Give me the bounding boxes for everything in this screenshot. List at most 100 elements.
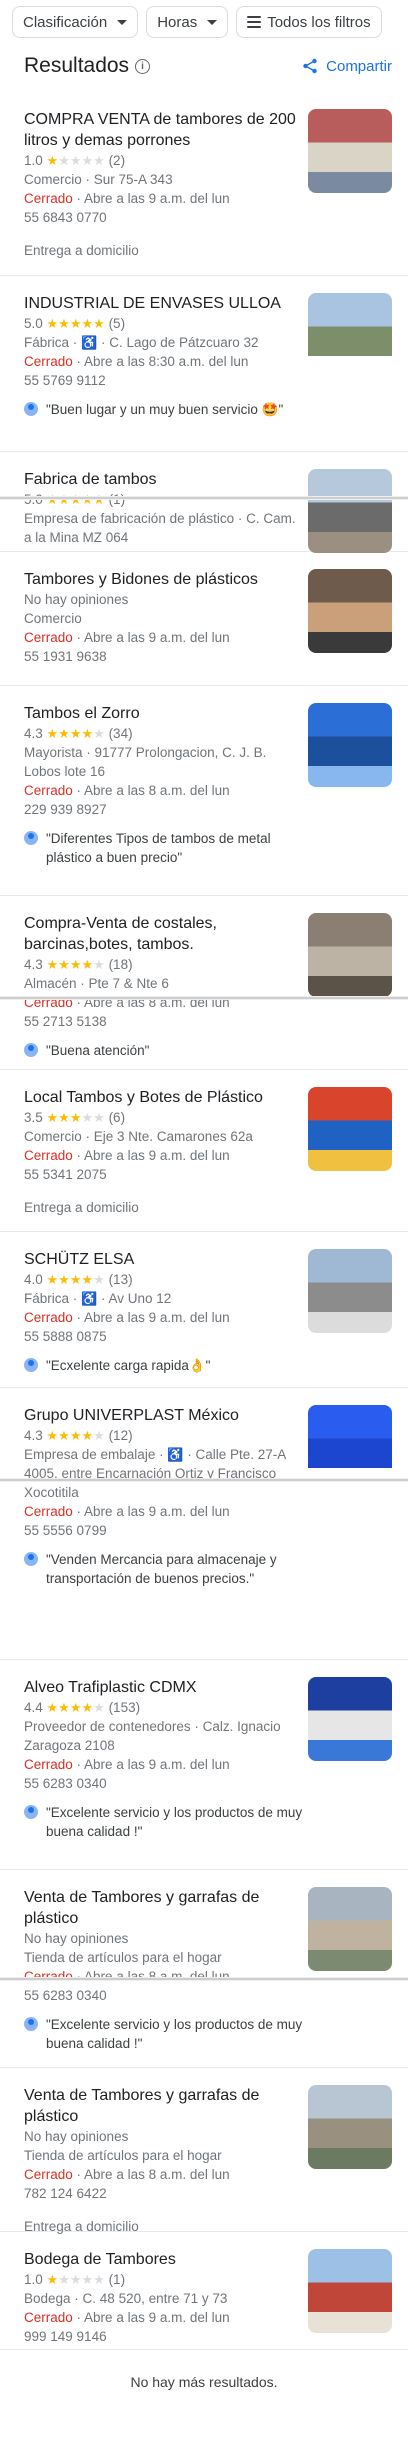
rating-value: 1.0 [24, 153, 47, 168]
category-address: Comercio [24, 609, 304, 628]
result-name[interactable]: Grupo UNIVERPLAST México [24, 1405, 304, 1426]
result-info: Alveo Trafiplastic CDMX 4.4 ★★★★★ (153) Pr… [24, 1677, 304, 1841]
result-photo[interactable] [308, 109, 392, 193]
result-photo[interactable] [308, 913, 392, 997]
phone-number[interactable]: 55 6283 0340 [24, 1986, 304, 2005]
all-filters-chip[interactable]: Todos los filtros [236, 6, 382, 38]
result-card[interactable]: Compra-Venta de costales, barcinas,botes… [0, 896, 408, 1070]
result-name[interactable]: COMPRA VENTA de tambores de 200 litros y… [24, 109, 304, 151]
result-name[interactable]: Local Tambos y Botes de Plástico [24, 1087, 304, 1108]
review-snippet: "Diferentes Tipos de tambos de metal plá… [24, 829, 304, 867]
rating-row: 1.0 ★★★★★ (1) [24, 2270, 304, 2289]
result-name[interactable]: Fabrica de tambos [24, 469, 304, 490]
phone-number[interactable]: 229 939 8927 [24, 800, 304, 819]
result-photo[interactable] [308, 1249, 392, 1333]
result-photo[interactable] [308, 293, 392, 377]
star-rating-icon: ★★★★★ [46, 153, 105, 168]
result-card[interactable]: Local Tambos y Botes de Plástico 3.5 ★★★★… [0, 1070, 408, 1232]
category-address: Fábrica · ♿ · C. Lago de Pátzcuaro 32 [24, 335, 259, 350]
result-info: Tambores y Bidones de plásticos No hay op… [24, 569, 304, 666]
rating-value: 4.3 [24, 1428, 47, 1443]
review-text: "Buen lugar y un muy buen servicio 🤩" [46, 402, 284, 417]
result-photo[interactable] [308, 1405, 392, 1489]
result-photo[interactable] [308, 1677, 392, 1761]
sort-chip[interactable]: Clasificación [12, 6, 139, 38]
result-card[interactable]: SCHÜTZ ELSA 4.0 ★★★★★ (13) Fábrica · ♿ · A… [0, 1232, 408, 1388]
phone-number[interactable]: 782 124 6422 [24, 2184, 304, 2203]
result-photo[interactable] [308, 703, 392, 787]
review-count: (18) [104, 957, 133, 972]
hours-chip[interactable]: Horas [146, 6, 229, 38]
result-info: Local Tambos y Botes de Plástico 3.5 ★★★★… [24, 1087, 304, 1217]
result-name[interactable]: Alveo Trafiplastic CDMX [24, 1677, 304, 1698]
share-button[interactable]: Compartir [302, 58, 392, 75]
result-card[interactable]: COMPRA VENTA de tambores de 200 litros y… [0, 92, 408, 276]
rating-row: No hay opiniones [24, 590, 304, 609]
business-type: Proveedor de contenedores [24, 1719, 191, 1734]
result-name[interactable]: INDUSTRIAL DE ENVASES ULLOA [24, 293, 304, 314]
result-name[interactable]: Bodega de Tambores [24, 2249, 304, 2270]
end-of-results: No hay más resultados. [130, 2374, 278, 2390]
result-name[interactable]: Tambos el Zorro [24, 703, 304, 724]
chevron-down-icon [117, 19, 128, 25]
phone-number[interactable]: 55 5769 9112 [24, 371, 304, 390]
result-card[interactable]: Grupo UNIVERPLAST México 4.3 ★★★★★ (12) Em… [0, 1388, 408, 1660]
user-avatar-icon [24, 1358, 38, 1372]
result-card[interactable]: Venta de Tambores y garrafas de plástico… [0, 2068, 408, 2234]
filter-bar: Clasificación Horas Todos los filtros [12, 6, 396, 38]
review-snippet: "Venden Mercancia para almacenaje y tran… [24, 1550, 304, 1588]
result-card[interactable]: INDUSTRIAL DE ENVASES ULLOA 5.0 ★★★★★ (5)… [0, 276, 408, 452]
phone-number[interactable]: 55 6843 0770 [24, 208, 304, 227]
phone-number[interactable]: 55 1931 9638 [24, 647, 304, 666]
hours-row: Cerrado · Abre a las 9 a.m. del lun [24, 2310, 230, 2325]
render-divider [0, 1977, 408, 1981]
result-name[interactable]: Compra-Venta de costales, barcinas,botes… [24, 913, 304, 955]
result-card[interactable]: Alveo Trafiplastic CDMX 4.4 ★★★★★ (153) Pr… [0, 1660, 408, 1870]
result-name[interactable]: SCHÜTZ ELSA [24, 1249, 304, 1270]
result-name[interactable]: Venta de Tambores y garrafas de plástico [24, 2085, 304, 2127]
hours-row: Cerrado · Abre a las 8 a.m. del lun [24, 783, 230, 798]
result-photo[interactable] [308, 2085, 392, 2169]
result-card[interactable]: Tambos el Zorro 4.3 ★★★★★ (34) Mayorista ·… [0, 686, 408, 896]
result-info: Grupo UNIVERPLAST México 4.3 ★★★★★ (12) Em… [24, 1405, 304, 1588]
result-photo[interactable] [308, 469, 392, 553]
user-avatar-icon [24, 1043, 38, 1057]
result-name[interactable]: Venta de Tambores y garrafas de plástico [24, 1887, 304, 1929]
business-type: Fábrica [24, 1291, 70, 1306]
result-card[interactable]: Tambores y Bidones de plásticos No hay op… [0, 552, 408, 686]
review-text: "Diferentes Tipos de tambos de metal plá… [46, 831, 271, 865]
hours-row: Cerrado · Abre a las 9 a.m. del lun [24, 1757, 230, 1772]
closed-status: Cerrado [24, 1310, 73, 1325]
chevron-down-icon [207, 19, 218, 25]
phone-number[interactable]: 55 6283 0340 [24, 1774, 304, 1793]
hours-row: Cerrado · Abre a las 9 a.m. del lun [24, 1148, 230, 1163]
review-count: (6) [104, 1110, 126, 1125]
category-address: Tienda de artículos para el hogar [24, 2146, 304, 2165]
phone-number[interactable]: 999 149 9146 [24, 2327, 304, 2346]
phone-number[interactable]: 55 5556 0799 [24, 1521, 304, 1540]
star-rating-icon: ★★★★★ [46, 316, 105, 331]
closed-status: Cerrado [24, 783, 73, 798]
result-photo[interactable] [308, 1887, 392, 1971]
result-photo[interactable] [308, 2249, 392, 2333]
star-rating-icon: ★★★★★ [46, 1700, 105, 1715]
result-card[interactable]: Bodega de Tambores 1.0 ★★★★★ (1) Bodega · … [0, 2232, 408, 2350]
phone-number[interactable]: 55 5888 0875 [24, 1327, 304, 1346]
business-type: Mayorista [24, 745, 83, 760]
info-icon[interactable]: i [135, 58, 151, 74]
review-count: No hay opiniones [24, 2129, 129, 2144]
business-type: Almacén [24, 976, 77, 991]
service-option: Entrega a domicilio [24, 1200, 139, 1215]
result-card[interactable]: Fabrica de tambos5.0 ★★★★★ (1)Empresa de… [0, 452, 408, 553]
result-card[interactable]: Venta de Tambores y garrafas de plástico… [0, 1870, 408, 2068]
review-text: "Ecxelente carga rapida👌" [46, 1358, 211, 1373]
phone-number[interactable]: 55 5341 2075 [24, 1165, 304, 1184]
rating-value: 4.0 [24, 1272, 47, 1287]
closed-status: Cerrado [24, 354, 73, 369]
result-photo[interactable] [308, 1087, 392, 1171]
phone-number[interactable]: 55 2713 5138 [24, 1012, 304, 1031]
result-photo[interactable] [308, 569, 392, 653]
result-name[interactable]: Tambores y Bidones de plásticos [24, 569, 304, 590]
business-type: Fábrica [24, 335, 70, 350]
service-option: Entrega a domicilio [24, 243, 139, 258]
